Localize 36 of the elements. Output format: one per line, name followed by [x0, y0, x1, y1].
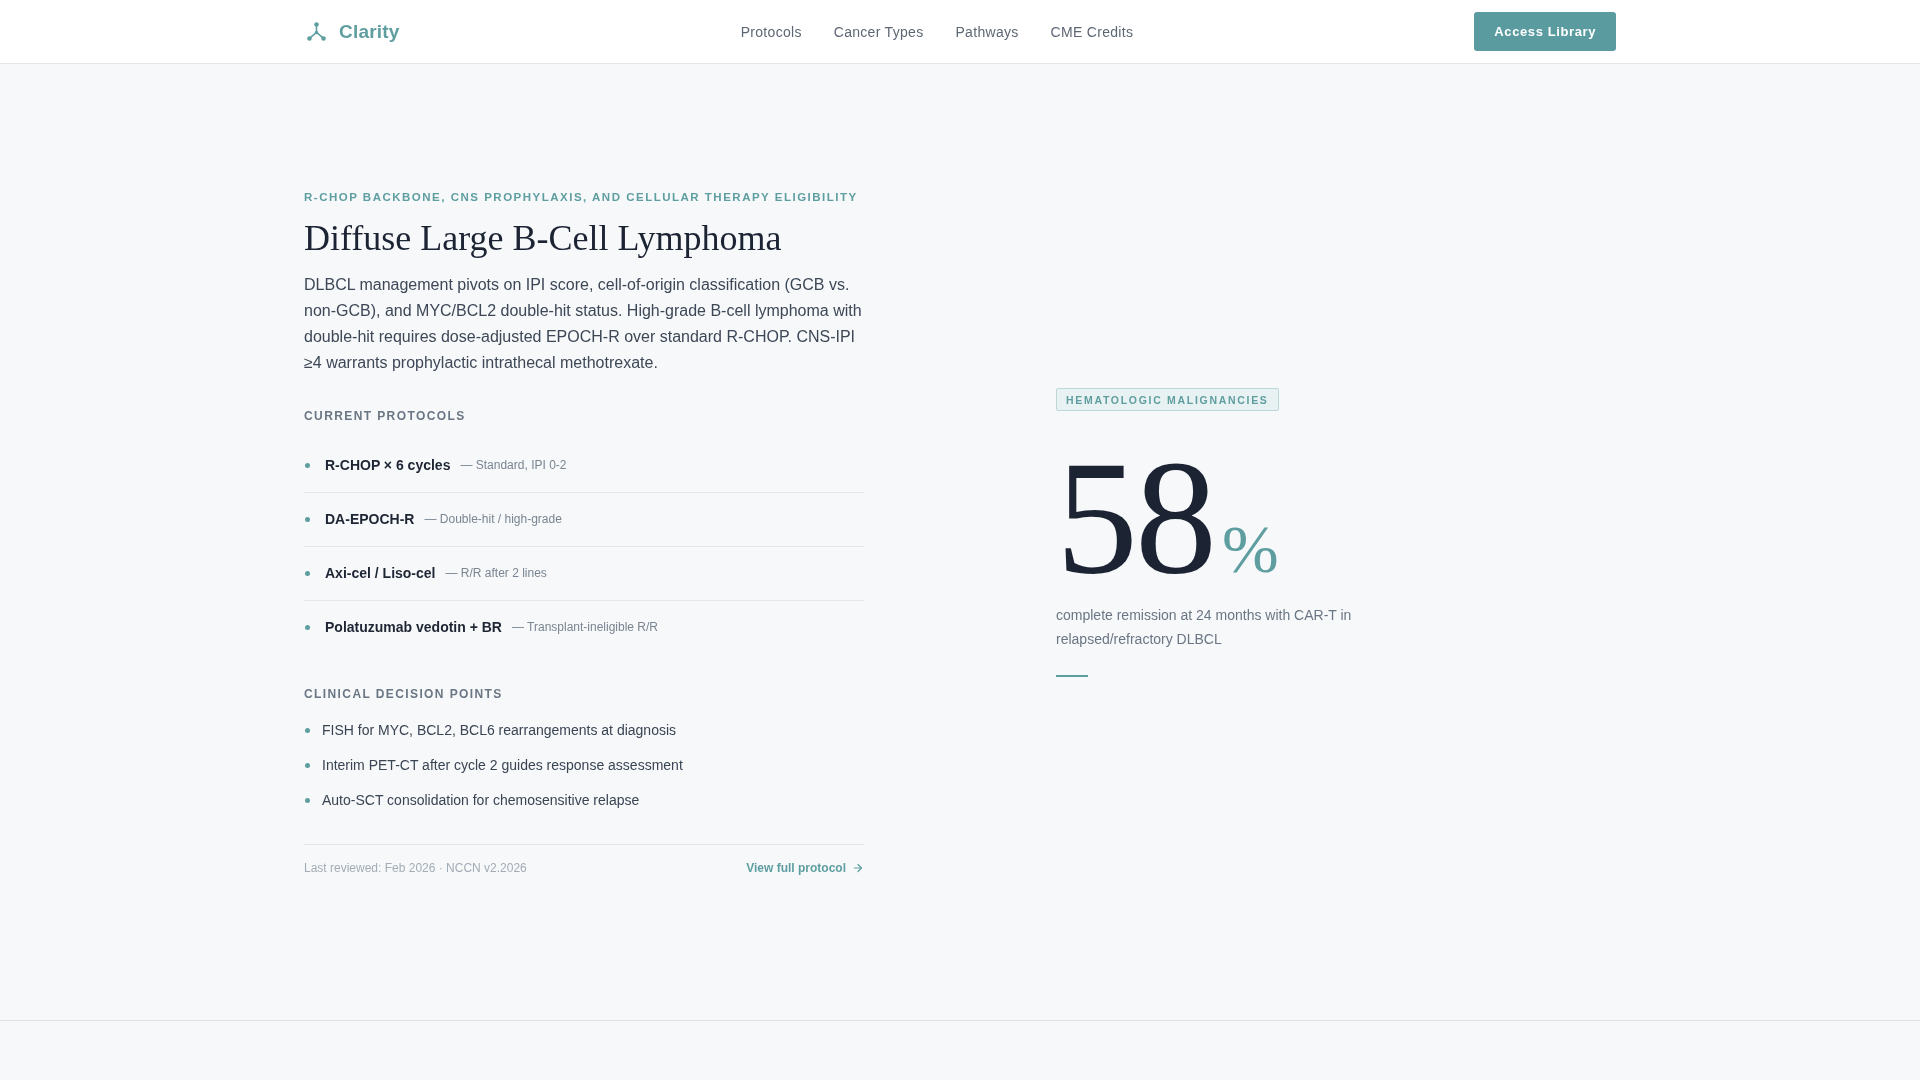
nav-link[interactable]: CME Credits: [1050, 23, 1134, 40]
bullet-icon: [305, 517, 310, 522]
nav-link[interactable]: Cancer Types: [833, 23, 924, 40]
bullet-icon: [305, 625, 310, 630]
decision-point-text: Interim PET-CT after cycle 2 guides response assessment: [322, 756, 683, 775]
bullet-icon: [305, 463, 310, 468]
nav-link[interactable]: Pathways: [955, 23, 1019, 40]
bullet-icon: [305, 727, 310, 733]
protocol-note: — Standard, IPI 0-2: [460, 457, 567, 474]
brand-name: Clarity: [339, 20, 400, 43]
summary-paragraph: DLBCL management pivots on IPI score, cell-of-origin classification (GCB vs. non-GCB), and MYC/BCL2 double-hit status. High-grade B-cell lymphoma with double-hit requires dose-adjusted EPOCH-R over standard R-CHOP. CNS-IPI ≥4 warrants prophylactic intrathecal methotrexate.: [304, 275, 863, 373]
section-heading: CLINICAL DECISION POINTS: [304, 686, 504, 702]
protocol-name: Axi-cel / Liso-cel: [325, 564, 436, 583]
protocol-name: Polatuzumab vedotin + BR: [325, 618, 502, 637]
access-library-button[interactable]: Access Library: [1474, 12, 1616, 51]
bullet-icon: [305, 762, 310, 768]
decision-point-text: Auto-SCT consolidation for chemosensitive relapse: [322, 791, 640, 810]
protocol-note: — Double-hit / high-grade: [424, 511, 562, 528]
stat-value: 58: [1056, 435, 1214, 599]
page-title: Diffuse Large B-Cell Lymphoma: [304, 217, 783, 260]
decision-point-text: FISH for MYC, BCL2, BCL6 rearrangements at diagnosis: [322, 721, 677, 740]
protocol-note: — R/R after 2 lines: [445, 565, 547, 582]
nav-link[interactable]: Protocols: [740, 23, 802, 40]
bullet-icon: [305, 571, 310, 576]
stat-unit: %: [1222, 515, 1279, 583]
category-tag: HEMATOLOGIC MALIGNANCIES: [1056, 388, 1279, 411]
protocol-name: R-CHOP × 6 cycles: [325, 456, 451, 475]
bullet-icon: [305, 797, 310, 803]
section-heading: CURRENT PROTOCOLS: [304, 408, 467, 424]
review-date-text: Last reviewed: Feb 2026 · NCCN v2.2026: [304, 860, 527, 876]
protocol-note: — Transplant-ineligible R/R: [511, 619, 659, 636]
arrow-right-icon: [852, 862, 864, 874]
protocol-name: DA-EPOCH-R: [325, 510, 415, 529]
eyebrow-text: R-CHOP BACKBONE, CNS PROPHYLAXIS, AND CELLULAR THERAPY ELIGIBILITY: [304, 190, 859, 205]
nodes-icon: [307, 22, 326, 41]
stat-caption: complete remission at 24 months with CAR-T in relapsed/refractory DLBCL: [1056, 606, 1353, 649]
